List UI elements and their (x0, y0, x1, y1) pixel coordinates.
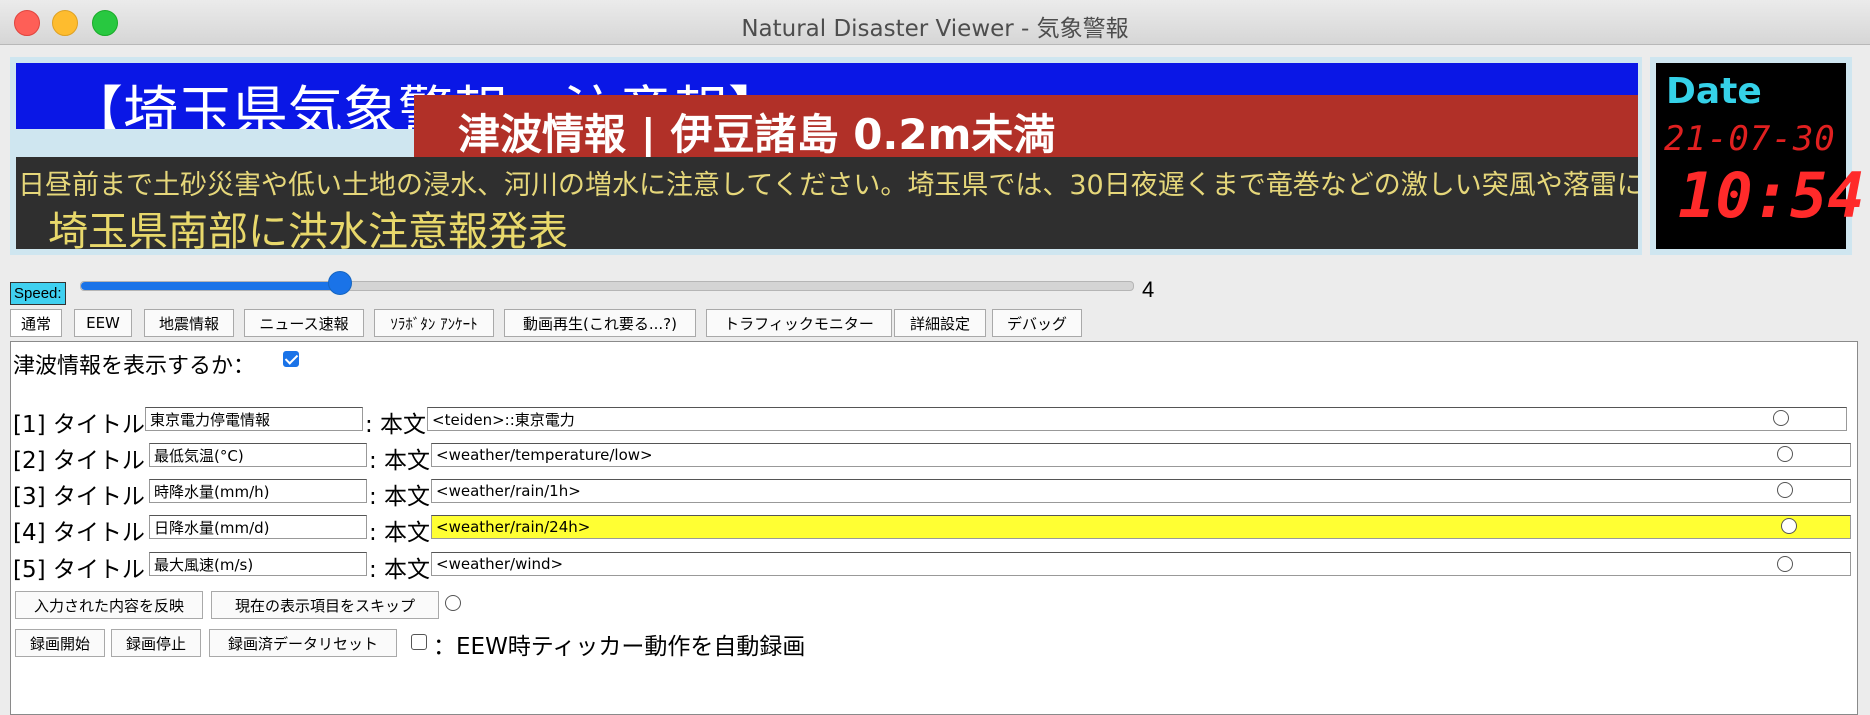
clock-display: Date 21-07-30 10:54 (1650, 57, 1865, 255)
clock-date: 21-07-30 (1664, 119, 1836, 159)
row-title-input[interactable]: 東京電力停電情報 (145, 407, 363, 431)
auto-record-checkbox[interactable] (411, 634, 427, 650)
row-body-label: : 本文 (369, 448, 431, 474)
speed-slider-fill (81, 282, 339, 290)
row-body-label: : 本文 (369, 520, 431, 546)
row-index-label: [1] タイトル (13, 412, 145, 438)
tab-traffic-monitor[interactable]: トラフィックモニター (706, 309, 892, 337)
tsunami-banner: 津波情報 | 伊豆諸島 0.2m未満 (414, 95, 1638, 157)
ticker-display: 【埼玉県気象警報・注意報】 津波情報 | 伊豆諸島 0.2m未満 日昼前まで土砂… (10, 57, 1642, 255)
tab-eew[interactable]: EEW (74, 309, 132, 337)
row-select-radio[interactable] (1777, 556, 1793, 572)
window-titlebar: Natural Disaster Viewer - 気象警報 (0, 0, 1870, 45)
row-body-input[interactable]: <weather/temperature/low> (431, 443, 1851, 467)
speed-value: 4 (1142, 277, 1155, 302)
row-select-radio[interactable] (1781, 518, 1797, 534)
clock-label: Date (1666, 71, 1762, 112)
record-stop-button[interactable]: 録画停止 (111, 629, 201, 657)
row-select-radio[interactable] (1777, 482, 1793, 498)
row-title-input[interactable]: 最大風速(m/s) (149, 552, 367, 576)
row-title-input[interactable]: 最低気温(°C) (149, 443, 367, 467)
row-body-label: : 本文 (365, 412, 427, 438)
speed-slider-thumb[interactable] (328, 271, 352, 295)
speed-label: Speed: (10, 282, 66, 305)
tab-debug[interactable]: デバッグ (992, 309, 1082, 337)
row-body-input[interactable]: <teiden>::東京電力 (427, 407, 1847, 431)
row-select-radio[interactable] (1777, 446, 1793, 462)
record-reset-button[interactable]: 録画済データリセット (209, 629, 397, 657)
row-body-input[interactable]: <weather/wind> (431, 552, 1851, 576)
row-title-input[interactable]: 時降水量(mm/h) (149, 479, 367, 503)
row-body-input[interactable]: <weather/rain/24h> (431, 515, 1851, 539)
row-body-input[interactable]: <weather/rain/1h> (431, 479, 1851, 503)
ticker-body-bar: 日昼前まで土砂災害や低い土地の浸水、河川の増水に注意してください。埼玉県では、3… (16, 157, 1638, 249)
tab-detailed-settings[interactable]: 詳細設定 (894, 309, 986, 337)
tab-sorabotan-survey[interactable]: ｿﾗﾎﾞﾀﾝ ｱﾝｹｰﾄ (374, 309, 494, 337)
row-select-radio[interactable] (1773, 410, 1789, 426)
skip-current-item-button[interactable]: 現在の表示項目をスキップ (211, 591, 439, 619)
show-tsunami-label: 津波情報を表示するか： (13, 354, 256, 379)
tab-breaking-news[interactable]: ニュース速報 (244, 309, 364, 337)
clock-panel: Date 21-07-30 10:54 (1656, 63, 1865, 249)
speed-slider-track[interactable] (80, 281, 1134, 291)
row-index-label: [5] タイトル (13, 557, 145, 583)
apply-input-button[interactable]: 入力された内容を反映 (15, 591, 203, 619)
row-body-label: : 本文 (369, 484, 431, 510)
tab-earthquake-info[interactable]: 地震情報 (144, 309, 234, 337)
clock-time: 10:54 (1678, 159, 1865, 232)
show-tsunami-checkbox[interactable] (283, 351, 299, 367)
tab-video-playback[interactable]: 動画再生(これ要る...?) (504, 309, 696, 337)
row-title-input[interactable]: 日降水量(mm/d) (149, 515, 367, 539)
record-start-button[interactable]: 録画開始 (15, 629, 105, 657)
row-index-label: [4] タイトル (13, 520, 145, 546)
row-body-label: : 本文 (369, 557, 431, 583)
window-title: Natural Disaster Viewer - 気象警報 (741, 16, 1129, 42)
tab-normal[interactable]: 通常 (10, 309, 62, 337)
main-content: 【埼玉県気象警報・注意報】 津波情報 | 伊豆諸島 0.2m未満 日昼前まで土砂… (0, 45, 1870, 715)
auto-record-label: ：EEW時ティッカー動作を自動録画 (433, 634, 806, 660)
skip-status-radio[interactable] (445, 595, 461, 611)
tsunami-banner-text: 津波情報 | 伊豆諸島 0.2m未満 (458, 110, 1056, 157)
row-index-label: [2] タイトル (13, 448, 145, 474)
ticker-flood-text: 埼玉県南部に洪水注意報発表 (48, 209, 568, 249)
row-index-label: [3] タイトル (13, 484, 145, 510)
settings-panel: 津波情報を表示するか： [1] タイトル 東京電力停電情報 : 本文 <teid… (10, 341, 1858, 715)
ticker-scroll-text: 日昼前まで土砂災害や低い土地の浸水、河川の増水に注意してください。埼玉県では、3… (18, 170, 1638, 201)
